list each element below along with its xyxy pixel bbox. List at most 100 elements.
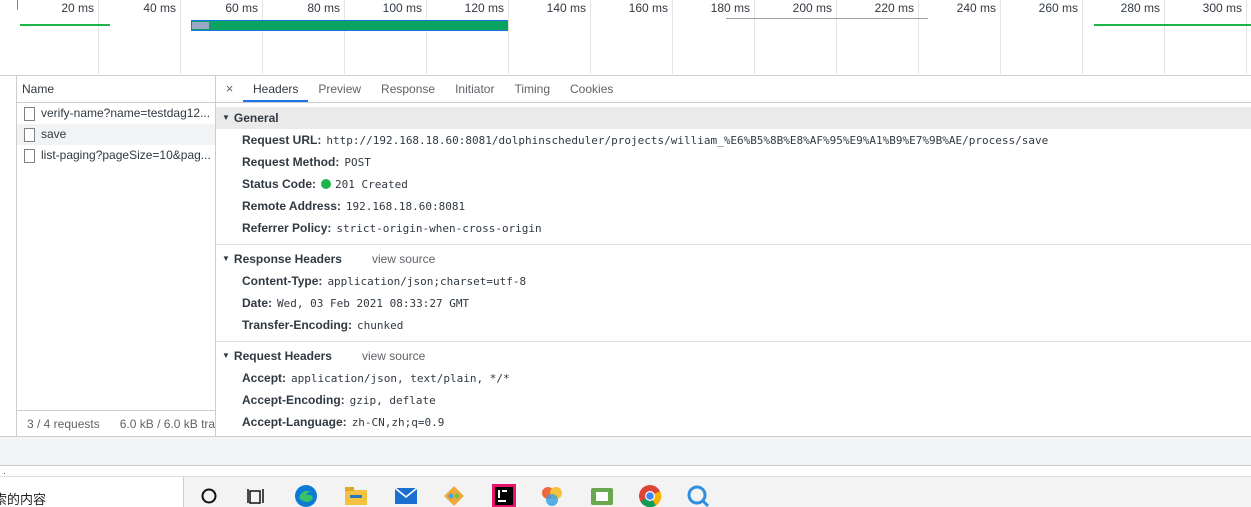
- timeline-gridline: [590, 0, 591, 76]
- request-row[interactable]: list-paging?pageSize=10&pag...: [17, 145, 215, 166]
- header-value: POST: [344, 156, 371, 169]
- request-detail-panel: × Headers Preview Response Initiator Tim…: [216, 76, 1251, 436]
- header-key: Status Code:: [242, 177, 317, 191]
- devtools-drawer: [0, 436, 1251, 465]
- timeline-tick-label: 240 ms: [956, 1, 996, 15]
- status-ok-icon: [321, 179, 332, 189]
- header-key: Transfer-Encoding:: [242, 318, 353, 332]
- section-title: General: [233, 111, 279, 125]
- header-key: Accept-Language:: [242, 415, 347, 429]
- timeline-gridline: [1246, 0, 1247, 76]
- timeline-bar-verify: [20, 24, 110, 26]
- header-key: Accept:: [242, 371, 287, 385]
- expand-triangle-icon: ▼: [222, 254, 230, 263]
- timeline-tick-label: 80 ms: [307, 1, 340, 15]
- header-value: application/json, text/plain, */*: [291, 372, 510, 385]
- header-row: Accept-Encoding: gzip, deflate: [216, 389, 1251, 411]
- tab-preview[interactable]: Preview: [308, 76, 371, 102]
- expand-triangle-icon: ▼: [222, 351, 230, 360]
- name-column-header[interactable]: Name: [17, 76, 215, 103]
- browser-icon[interactable]: [539, 483, 565, 507]
- timeline-tick-label: 220 ms: [874, 1, 914, 15]
- tab-headers[interactable]: Headers: [243, 76, 309, 102]
- timeline-gridline: [754, 0, 755, 76]
- header-key: Content-Type:: [242, 274, 323, 288]
- timeline-gridline: [508, 0, 509, 76]
- file-icon: [24, 148, 35, 163]
- tab-timing[interactable]: Timing: [504, 76, 560, 102]
- header-row: Status Code: 201 Created: [216, 173, 1251, 195]
- header-row: Referrer Policy: strict-origin-when-cross…: [216, 217, 1251, 239]
- network-timeline[interactable]: 20 ms 40 ms 60 ms 80 ms 100 ms 120 ms 140 ms 16…: [0, 0, 1251, 76]
- timeline-gridline: [1164, 0, 1165, 76]
- request-row[interactable]: verify-name?name=testdag12...: [17, 103, 215, 124]
- header-key: Remote Address:: [242, 199, 341, 213]
- header-row: Date: Wed, 03 Feb 2021 08:33:27 GMT: [216, 292, 1251, 314]
- task-view-icon[interactable]: [243, 483, 269, 507]
- header-value: http://192.168.18.60:8081/dolphinschedul…: [326, 134, 1049, 147]
- header-key: Referrer Policy:: [242, 221, 332, 235]
- header-row: Request Method: POST: [216, 151, 1251, 173]
- timeline-bar-list: [1094, 24, 1251, 26]
- timeline-tick-label: 280 ms: [1120, 1, 1160, 15]
- git-icon[interactable]: [441, 483, 467, 507]
- taskbar-search-box[interactable]: 索的内容: [0, 477, 184, 507]
- section-title: Request Headers: [233, 349, 332, 363]
- view-source-link[interactable]: view source: [362, 345, 425, 367]
- timeline-edge: [17, 0, 18, 10]
- file-explorer-icon[interactable]: [343, 483, 369, 507]
- response-headers-section-header[interactable]: ▼ Response Headers view source: [216, 248, 1251, 270]
- request-name: list-paging?pageSize=10&pag...: [41, 148, 211, 162]
- intellij-icon[interactable]: [491, 483, 517, 507]
- header-key: Request URL:: [242, 133, 322, 147]
- chrome-icon[interactable]: [637, 483, 663, 507]
- general-section-header[interactable]: ▼ General: [216, 107, 1251, 129]
- header-value: Wed, 03 Feb 2021 08:33:27 GMT: [277, 297, 470, 310]
- tab-response[interactable]: Response: [371, 76, 445, 102]
- view-source-link[interactable]: view source: [372, 248, 435, 270]
- request-count: 3 / 4 requests: [27, 416, 100, 431]
- timeline-tick-label: 160 ms: [628, 1, 668, 15]
- header-key: Request Method:: [242, 155, 340, 169]
- timeline-tick-label: 300 ms: [1202, 1, 1242, 15]
- timeline-tick-label: 60 ms: [225, 1, 258, 15]
- header-row: Remote Address: 192.168.18.60:8081: [216, 195, 1251, 217]
- timeline-bar-pending: [726, 18, 928, 19]
- header-value: 201 Created: [335, 178, 408, 191]
- file-icon: [24, 127, 35, 142]
- windows-taskbar: 索的内容: [0, 476, 1251, 507]
- request-list-panel: Name verify-name?name=testdag12... save …: [17, 76, 216, 436]
- section-divider: [216, 244, 1251, 245]
- close-icon[interactable]: ×: [216, 76, 243, 102]
- search-app-icon[interactable]: [685, 483, 711, 507]
- timeline-gridline: [672, 0, 673, 76]
- header-row: Content-Type: application/json;charset=ut…: [216, 270, 1251, 292]
- request-headers-section-header[interactable]: ▼ Request Headers view source: [216, 345, 1251, 367]
- timeline-gridline: [836, 0, 837, 76]
- timeline-gridline: [180, 0, 181, 76]
- timeline-tick-label: 180 ms: [710, 1, 750, 15]
- request-name: save: [41, 127, 67, 141]
- edge-icon[interactable]: [293, 483, 319, 507]
- left-gutter: [0, 76, 17, 436]
- timeline-bar-wait: [192, 22, 209, 29]
- timeline-gridline: [344, 0, 345, 76]
- timeline-tick-label: 200 ms: [792, 1, 832, 15]
- search-placeholder: 索的内容: [0, 492, 47, 507]
- cortana-icon[interactable]: [196, 483, 222, 507]
- tab-cookies[interactable]: Cookies: [560, 76, 623, 102]
- request-name: verify-name?name=testdag12...: [41, 106, 211, 120]
- header-value: zh-CN,zh;q=0.9: [351, 416, 445, 429]
- timeline-tick-label: 140 ms: [546, 1, 586, 15]
- request-row[interactable]: save: [17, 124, 215, 145]
- tab-initiator[interactable]: Initiator: [445, 76, 504, 102]
- expand-triangle-icon: ▼: [222, 113, 230, 122]
- app-icon[interactable]: [589, 483, 615, 507]
- timeline-gridline: [1082, 0, 1083, 76]
- detail-tabs: × Headers Preview Response Initiator Tim…: [216, 76, 1251, 103]
- drawer-edge: [0, 465, 1251, 475]
- header-row: Accept: application/json, text/plain, */*: [216, 367, 1251, 389]
- section-divider: [216, 341, 1251, 342]
- timeline-bar-save[interactable]: [191, 20, 508, 31]
- mail-icon[interactable]: [393, 483, 419, 507]
